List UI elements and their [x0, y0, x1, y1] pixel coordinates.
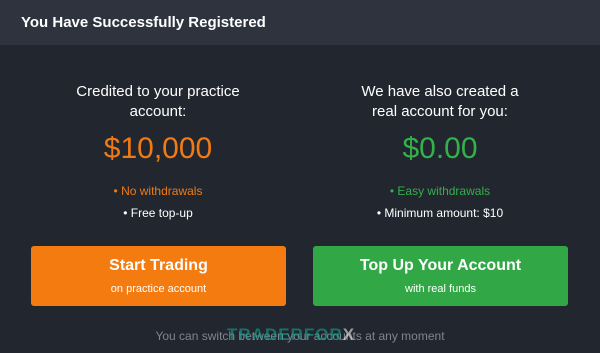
practice-feature-no-withdrawals: • No withdrawals [113, 184, 203, 198]
practice-feature-free-topup: • Free top-up [123, 206, 193, 220]
practice-amount: $10,000 [103, 132, 213, 165]
account-columns: Credited to your practice account: $10,0… [0, 82, 600, 227]
real-feature-easy-withdrawals: • Easy withdrawals [389, 184, 491, 198]
practice-heading-line1: Credited to your practice [76, 83, 240, 100]
top-up-account-button[interactable]: Top Up Your Account with real funds [313, 246, 568, 306]
dialog-header: You Have Successfully Registered [0, 0, 600, 45]
real-feature-minimum-amount: • Minimum amount: $10 [376, 206, 504, 220]
real-heading: We have also created a real account for … [305, 82, 575, 122]
practice-heading-line2: account: [129, 103, 187, 120]
switch-accounts-note: You can switch between your accounts at … [155, 329, 445, 343]
registration-dialog: You Have Successfully Registered Credite… [0, 0, 600, 353]
practice-account-panel: Credited to your practice account: $10,0… [23, 82, 293, 228]
real-features: • Easy withdrawals • Minimum amount: $10 [305, 184, 575, 220]
real-amount: $0.00 [402, 132, 478, 165]
practice-heading: Credited to your practice account: [23, 82, 293, 122]
real-heading-line1: We have also created a [361, 83, 519, 100]
real-heading-line2: real account for you: [372, 103, 508, 120]
top-up-label: Top Up Your Account [359, 257, 522, 274]
start-trading-sublabel: on practice account [110, 283, 207, 295]
dialog-title: You Have Successfully Registered [21, 14, 266, 31]
real-account-panel: We have also created a real account for … [305, 82, 575, 228]
start-trading-label: Start Trading [109, 257, 208, 274]
practice-features: • No withdrawals • Free top-up [23, 184, 293, 220]
top-up-sublabel: with real funds [405, 283, 476, 295]
start-trading-button[interactable]: Start Trading on practice account [31, 246, 286, 306]
